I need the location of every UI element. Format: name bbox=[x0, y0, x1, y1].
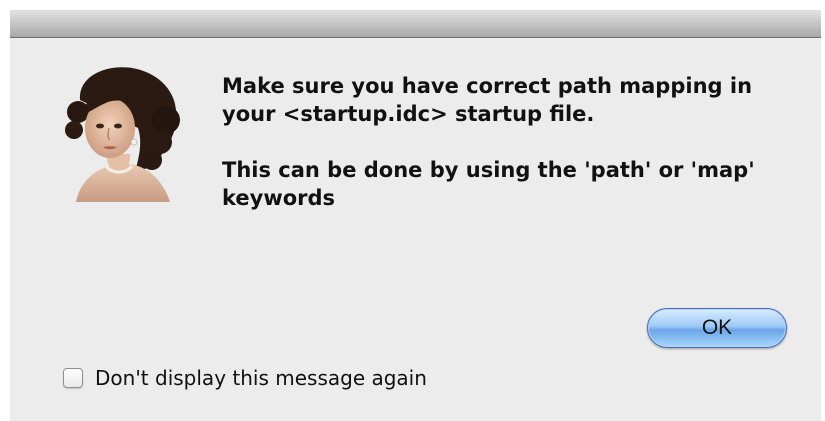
suppress-message-option[interactable]: Don't display this message again bbox=[63, 366, 427, 390]
message-paragraph: This can be done by using the 'path' or … bbox=[222, 158, 755, 210]
portrait-icon bbox=[65, 67, 180, 202]
ok-button-label: OK bbox=[701, 316, 733, 339]
ok-button[interactable]: OK bbox=[647, 308, 787, 348]
suppress-message-label[interactable]: Don't display this message again bbox=[95, 366, 427, 390]
alert-message: Make sure you have correct path mapping … bbox=[222, 72, 782, 212]
window-titlebar[interactable] bbox=[10, 10, 821, 38]
alert-dialog: Make sure you have correct path mapping … bbox=[10, 10, 821, 421]
suppress-message-checkbox[interactable] bbox=[63, 368, 83, 388]
message-paragraph: Make sure you have correct path mapping … bbox=[222, 74, 753, 126]
